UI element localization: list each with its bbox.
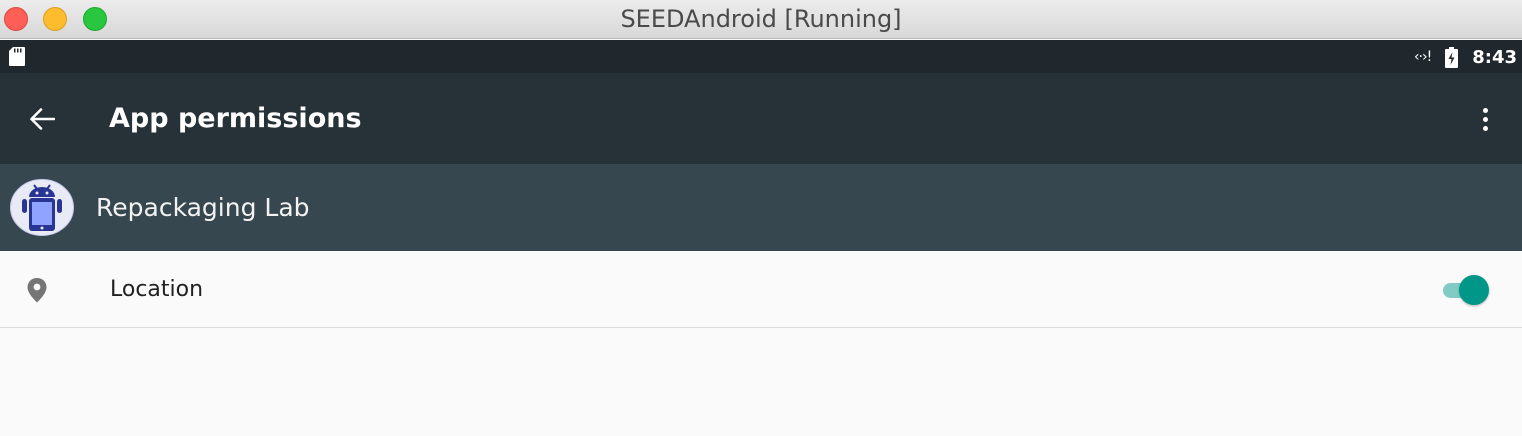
sd-card-icon xyxy=(9,47,25,66)
more-vert-icon xyxy=(1482,107,1488,113)
more-options-button[interactable] xyxy=(1470,101,1500,137)
permission-row-location[interactable]: Location xyxy=(0,251,1522,328)
page-title: App permissions xyxy=(109,103,362,134)
window-title: SEEDAndroid [Running] xyxy=(620,5,902,33)
android-status-bar: ‹·›! 8:43 xyxy=(0,40,1522,73)
more-vert-icon-dot xyxy=(1482,125,1488,131)
location-permission-toggle[interactable] xyxy=(1441,275,1491,305)
status-clock: 8:43 xyxy=(1472,46,1517,68)
window-titlebar: SEEDAndroid [Running] xyxy=(0,0,1522,39)
app-bar: App permissions xyxy=(0,73,1522,164)
network-transfer-icon: ‹·›! xyxy=(1413,49,1432,65)
empty-content-area xyxy=(0,328,1522,436)
permission-label: Location xyxy=(110,277,204,302)
back-button[interactable] xyxy=(22,101,62,137)
toggle-thumb xyxy=(1459,275,1489,305)
more-vert-icon-dot xyxy=(1482,116,1488,122)
app-header: Repackaging Lab xyxy=(0,164,1522,251)
arrow-back-icon xyxy=(30,108,55,130)
location-pin-icon xyxy=(27,278,47,303)
android-app-icon xyxy=(10,179,74,236)
app-name: Repackaging Lab xyxy=(96,193,310,222)
battery-charging-icon xyxy=(1445,46,1459,68)
